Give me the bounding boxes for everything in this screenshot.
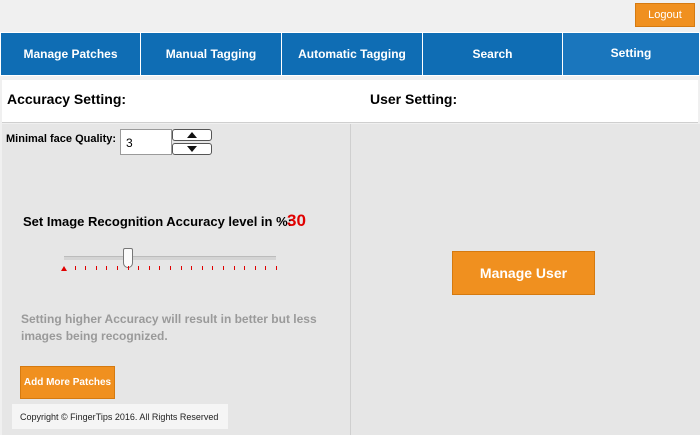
spin-down-button[interactable] xyxy=(172,143,212,155)
tab-automatic-tagging[interactable]: Automatic Tagging xyxy=(282,32,423,76)
accuracy-setting-heading: Accuracy Setting: xyxy=(7,91,127,107)
tab-search[interactable]: Search xyxy=(423,32,563,76)
manage-user-button[interactable]: Manage User xyxy=(452,251,595,295)
slider-tick xyxy=(276,266,277,270)
slider-tick xyxy=(159,266,161,270)
slider-tick xyxy=(106,266,108,270)
slider-tick xyxy=(148,266,150,270)
slider-tick xyxy=(74,266,76,270)
min-face-quality-label: Minimal face Quality: xyxy=(6,133,117,145)
slider-tick xyxy=(138,266,140,270)
slider-min-tick xyxy=(61,266,67,271)
slider-tick xyxy=(85,266,87,270)
arrow-up-icon xyxy=(187,132,197,138)
tab-manage-patches[interactable]: Manage Patches xyxy=(0,32,141,76)
accuracy-slider-thumb[interactable] xyxy=(122,248,133,268)
slider-tick xyxy=(212,266,214,270)
logout-button[interactable]: Logout xyxy=(635,3,695,27)
slider-tick xyxy=(254,266,256,270)
slider-tick xyxy=(180,266,182,270)
slider-tick xyxy=(223,266,224,270)
accuracy-level-label: Set Image Recognition Accuracy level in … xyxy=(23,214,292,229)
slider-tick xyxy=(117,266,118,270)
slider-tick xyxy=(201,266,203,270)
accuracy-note: Setting higher Accuracy will result in b… xyxy=(21,312,317,343)
copyright-footer: Copyright © FingerTips 2016. All Rights … xyxy=(12,404,228,429)
slider-tick xyxy=(265,266,267,270)
user-setting-heading: User Setting: xyxy=(370,91,458,107)
slider-tick xyxy=(244,266,246,270)
accuracy-level-value: 30 xyxy=(287,211,306,230)
min-face-quality-input[interactable]: 3 xyxy=(120,129,172,155)
slider-tick xyxy=(233,266,235,270)
slider-tick xyxy=(95,266,97,270)
add-more-patches-button[interactable]: Add More Patches xyxy=(20,366,115,399)
tab-manual-tagging[interactable]: Manual Tagging xyxy=(141,32,282,76)
slider-tick xyxy=(191,266,193,270)
main-tabs: Manage Patches Manual Tagging Automatic … xyxy=(0,32,700,76)
slider-tick xyxy=(127,266,129,270)
slider-tick xyxy=(170,266,171,270)
accuracy-slider-track[interactable] xyxy=(64,256,276,260)
spin-up-button[interactable] xyxy=(172,129,212,141)
tab-setting[interactable]: Setting xyxy=(563,32,700,76)
arrow-down-icon xyxy=(187,146,197,152)
